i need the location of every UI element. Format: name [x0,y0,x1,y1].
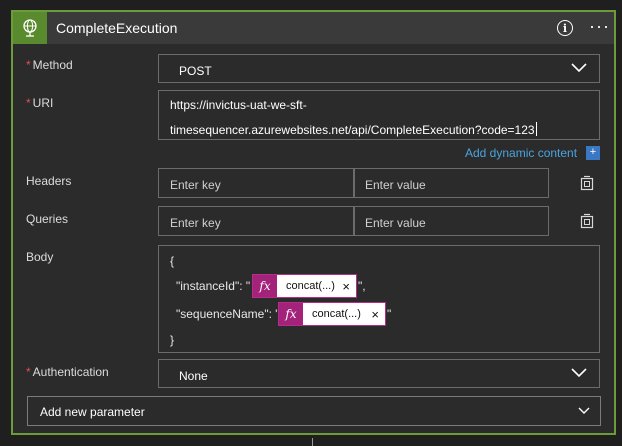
remove-token-icon[interactable]: × [342,275,356,297]
action-card: CompleteExecution i ··· * Method POST * UR… [11,10,616,435]
expression-token[interactable]: fx concat(...) × [252,274,357,298]
switch-to-text-mode-icon[interactable] [579,175,595,191]
chevron-down-icon [571,368,587,378]
authentication-label: * Authentication [26,365,109,379]
remove-token-icon[interactable]: × [371,303,385,325]
connector-line [312,438,313,446]
queries-label: Queries [26,212,69,226]
token-label: concat(...) [312,308,361,320]
chevron-down-icon [578,407,590,414]
body-line-instanceid-end: ", [358,279,366,293]
body-line-sequencename: "sequenceName": " [176,307,280,321]
info-icon[interactable]: i [557,20,573,36]
queries-value-input[interactable]: Enter value [353,206,549,236]
headers-key-input[interactable]: Enter key [158,168,355,198]
body-label: Body [26,250,54,264]
authentication-select[interactable]: None [158,359,600,388]
uri-input[interactable]: https://invictus-uat-we-sft- timesequenc… [158,90,600,140]
headers-value-input[interactable]: Enter value [353,168,549,198]
body-close-brace: } [170,333,175,347]
queries-key-input[interactable]: Enter key [158,206,355,236]
switch-to-text-mode-icon[interactable] [579,213,595,229]
method-label: * Method [26,58,73,72]
add-new-parameter-dropdown[interactable]: Add new parameter [27,396,601,426]
function-icon: fx [253,275,277,297]
body-open-brace: { [170,254,175,268]
add-new-parameter-label: Add new parameter [40,405,145,419]
uri-line-2: timesequencer.azurewebsites.net/api/Comp… [170,122,537,137]
globe-icon [13,12,47,44]
add-dynamic-content-plus-icon[interactable]: + [586,146,600,160]
card-header[interactable]: CompleteExecution i ··· [13,12,614,44]
body-line-instanceid: "instanceId": " [176,279,251,293]
uri-line-1: https://invictus-uat-we-sft- [170,98,307,112]
body-editor[interactable]: { "instanceId": " fx concat(...) × ", "s… [158,245,600,353]
function-icon: fx [279,303,303,325]
body-line-sequencename-end: " [387,307,392,321]
headers-label: Headers [26,174,72,188]
add-dynamic-content-link[interactable]: Add dynamic content [465,146,577,160]
uri-label: * URI [26,96,54,110]
expression-token[interactable]: fx concat(...) × [278,302,386,326]
method-select[interactable]: POST [158,54,600,83]
authentication-value: None [179,369,208,383]
token-label: concat(...) [286,280,335,292]
card-title[interactable]: CompleteExecution [56,20,177,36]
method-value: POST [179,64,212,78]
chevron-down-icon [571,63,587,73]
more-options-icon[interactable]: ··· [589,16,610,37]
